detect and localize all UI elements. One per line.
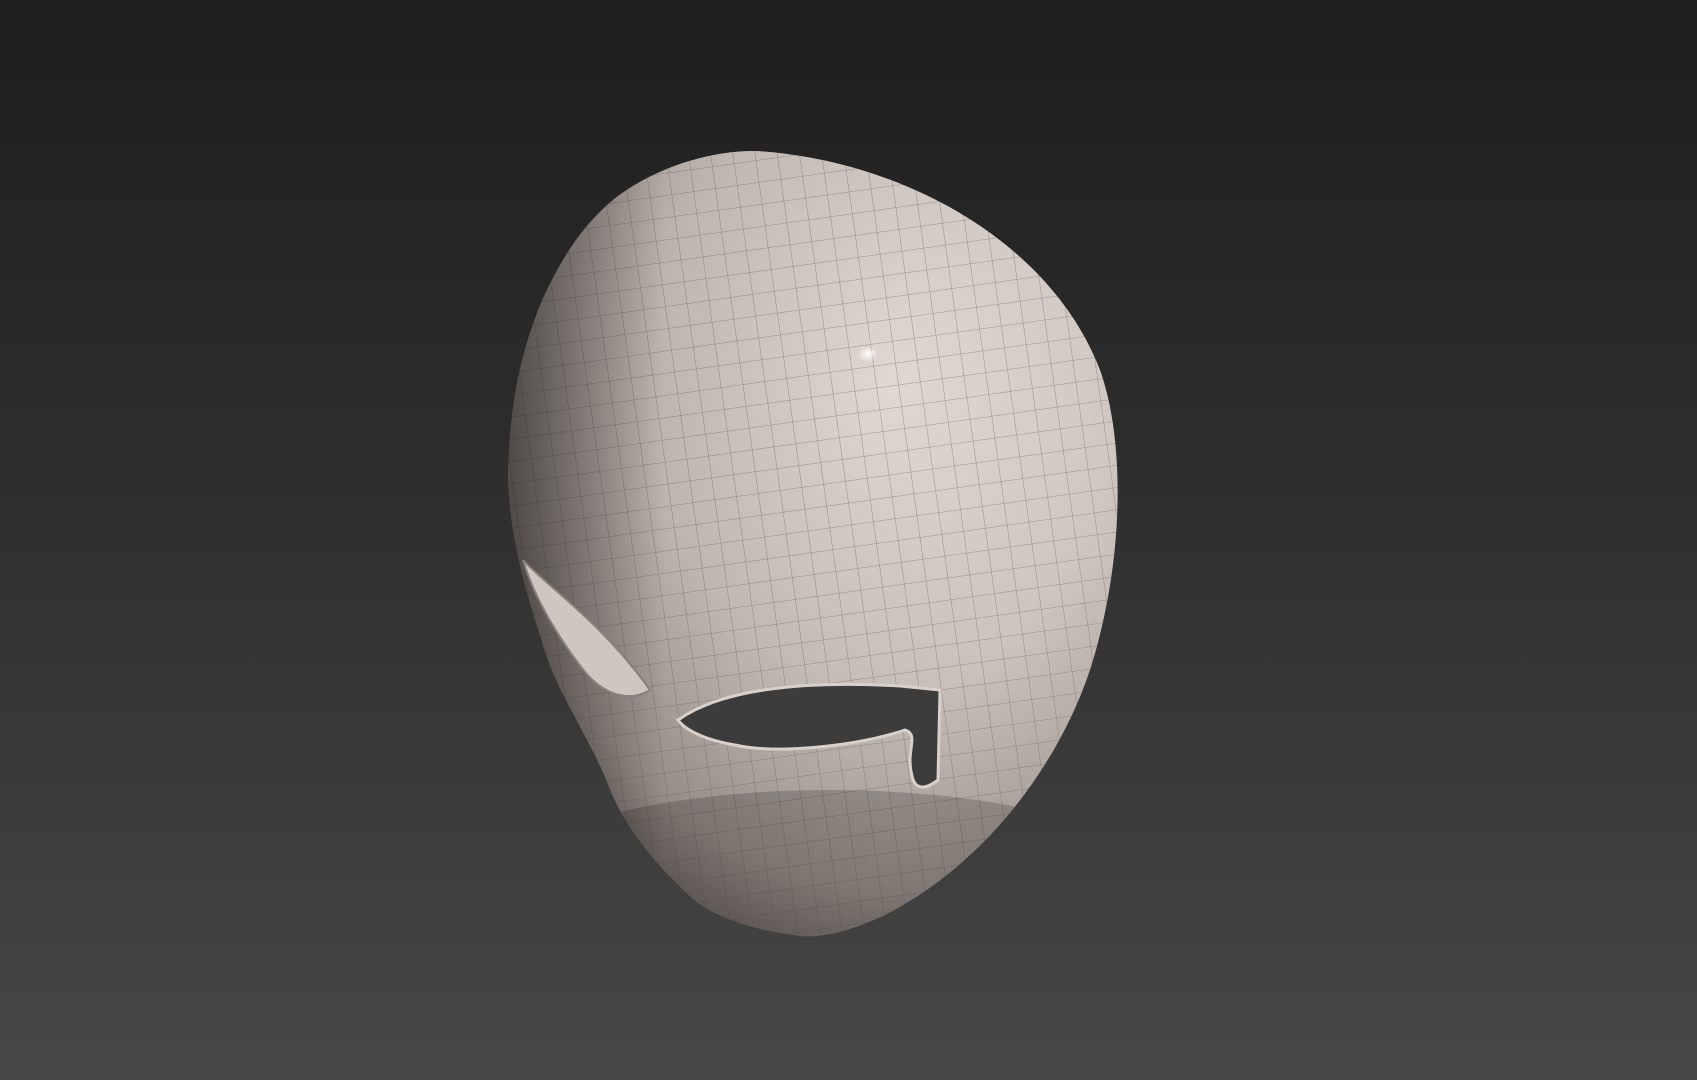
3d-viewport[interactable]: [0, 0, 1697, 1080]
mask-model[interactable]: [480, 140, 1160, 970]
specular-highlight: [858, 346, 878, 362]
viewport-canvas[interactable]: [0, 0, 1697, 1080]
